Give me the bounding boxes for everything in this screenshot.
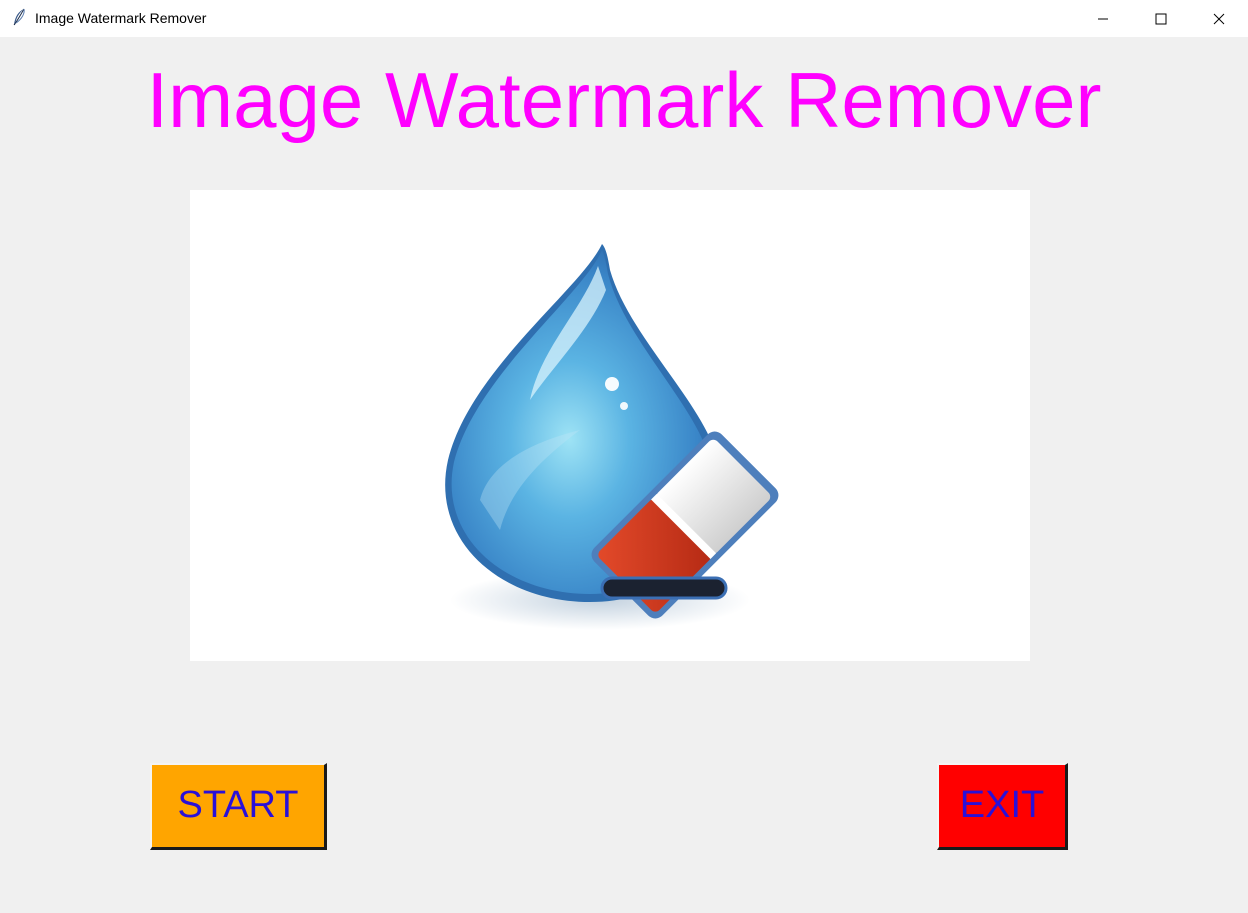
exit-button[interactable]: EXIT bbox=[937, 763, 1068, 850]
minimize-button[interactable] bbox=[1074, 0, 1132, 37]
logo-image-panel bbox=[190, 190, 1030, 661]
start-button[interactable]: START bbox=[150, 763, 327, 850]
feather-icon bbox=[13, 8, 25, 26]
close-icon bbox=[1213, 13, 1225, 24]
page-title: Image Watermark Remover bbox=[146, 56, 1102, 144]
maximize-icon bbox=[1155, 13, 1167, 24]
app-window: Image Watermark Remover Image Watermark … bbox=[0, 0, 1248, 913]
close-button[interactable] bbox=[1190, 0, 1248, 37]
maximize-button[interactable] bbox=[1132, 0, 1190, 37]
window-title: Image Watermark Remover bbox=[35, 10, 207, 26]
water-drop-eraser-logo bbox=[445, 244, 779, 630]
title-bar[interactable]: Image Watermark Remover bbox=[0, 0, 1248, 37]
minimize-icon bbox=[1098, 18, 1108, 19]
